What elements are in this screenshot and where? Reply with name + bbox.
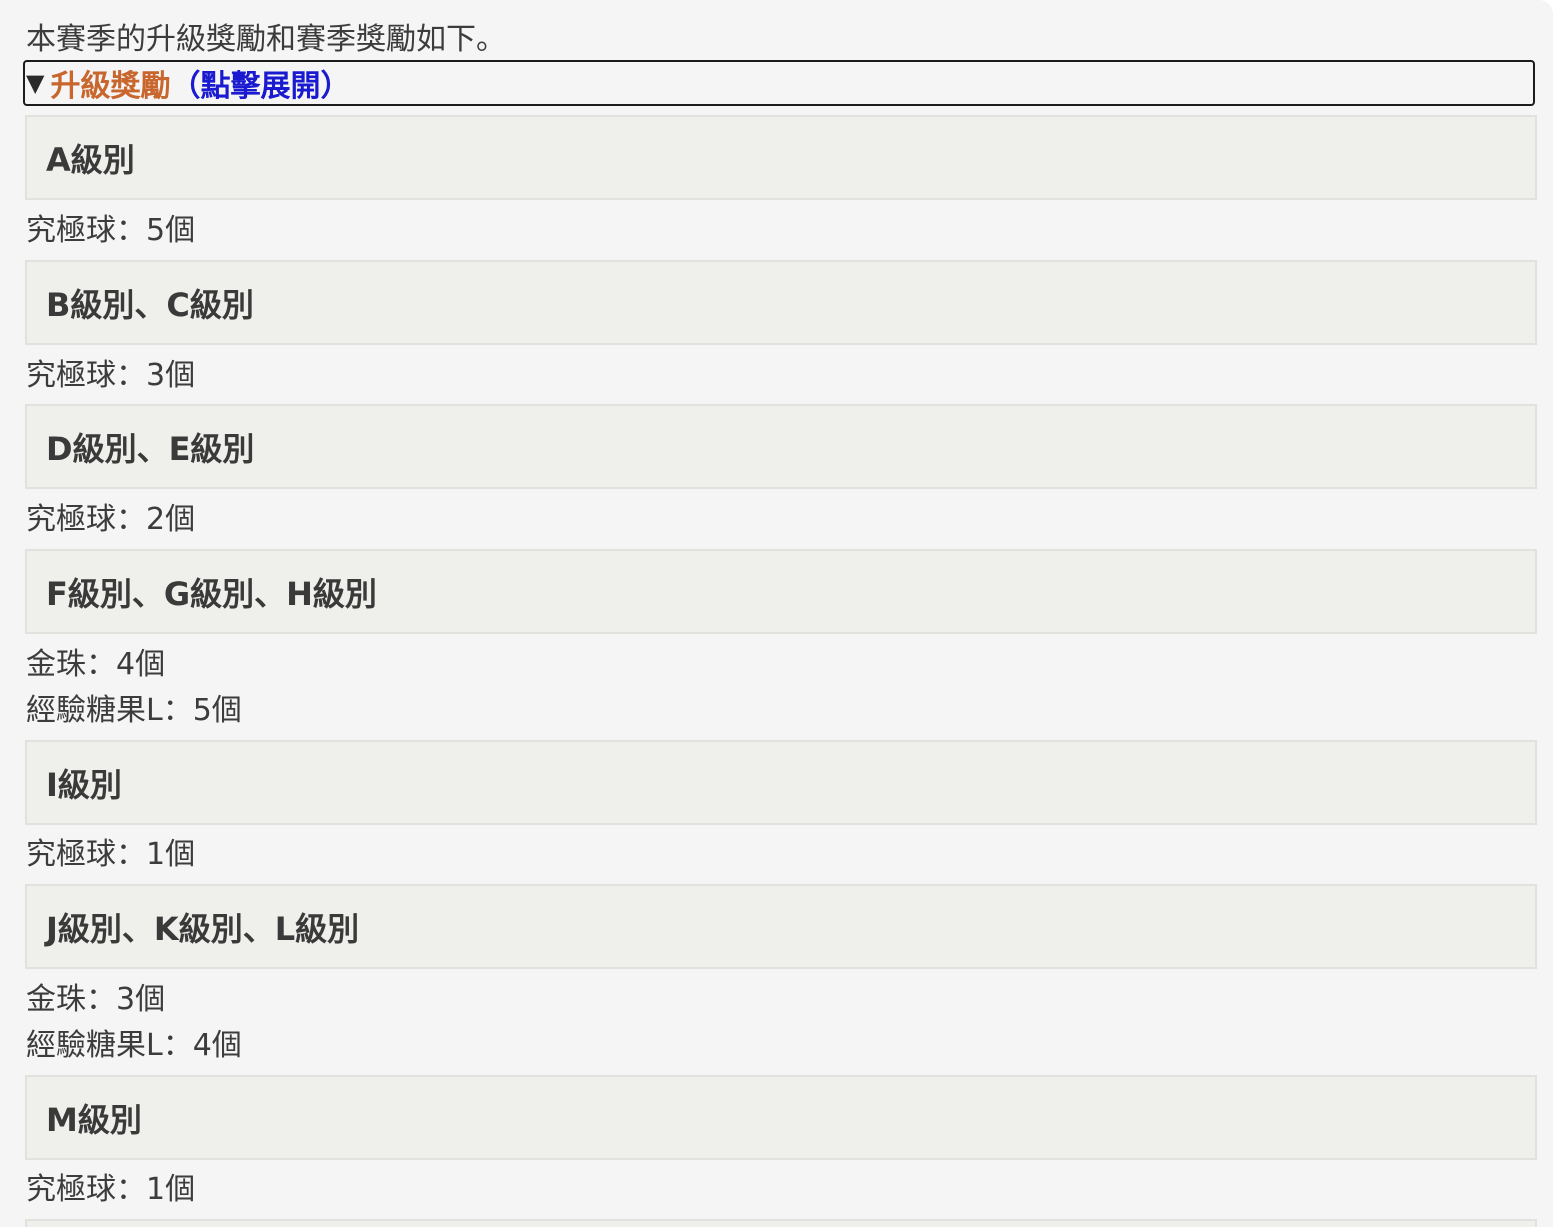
tier-header-m: M級別 xyxy=(25,1075,1537,1160)
section-title: 升級獎勵 xyxy=(50,69,171,104)
tier-header-j-k-l: J級別、K級別、L級別 xyxy=(25,884,1537,969)
tier-header-f-g-h: F級別、G級別、H級別 xyxy=(25,549,1537,634)
triangle-down-icon: ▼ xyxy=(26,69,45,97)
upgrade-rewards-toggle[interactable]: ▼ 升級獎勵 （點擊展開） xyxy=(23,60,1535,106)
reward-item: 經驗糖果L：5個 xyxy=(26,693,242,728)
reward-item: 經驗糖果L：4個 xyxy=(26,1028,242,1063)
reward-item: 金珠：4個 xyxy=(26,647,166,682)
tier-header-i: I級別 xyxy=(25,740,1537,825)
reward-item: 究極球：1個 xyxy=(26,1172,196,1207)
tier-header-d-e: D級別、E級別 xyxy=(25,404,1537,489)
reward-item: 究極球：2個 xyxy=(26,502,196,537)
reward-item: 究極球：5個 xyxy=(26,213,196,248)
reward-item: 究極球：3個 xyxy=(26,358,196,393)
expand-hint: （點擊展開） xyxy=(170,69,351,104)
tier-header-b-c: B級別、C級別 xyxy=(25,260,1537,345)
tier-header-a: A級別 xyxy=(25,115,1537,200)
tier-header-next xyxy=(25,1219,1537,1227)
reward-item: 金珠：3個 xyxy=(26,982,166,1017)
reward-item: 究極球：1個 xyxy=(26,837,196,872)
intro-text: 本賽季的升級獎勵和賽季獎勵如下。 xyxy=(26,22,506,57)
reward-page: 本賽季的升級獎勵和賽季獎勵如下。 ▼ 升級獎勵 （點擊展開） A級別 究極球：5… xyxy=(0,0,1553,1227)
